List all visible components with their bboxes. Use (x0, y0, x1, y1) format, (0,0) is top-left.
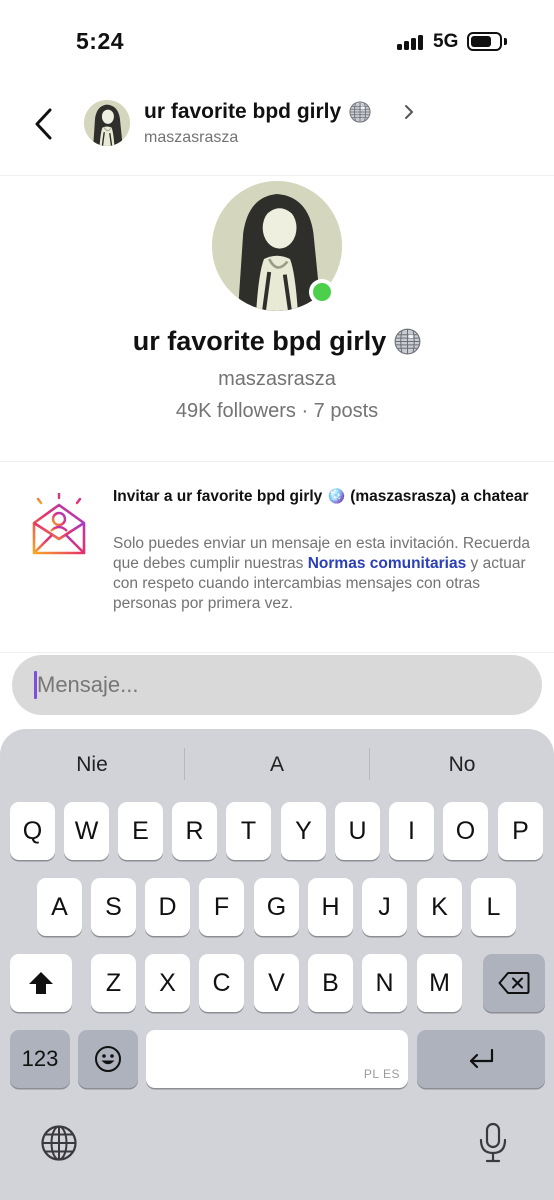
message-input[interactable] (37, 655, 527, 715)
key-g[interactable]: G (254, 878, 299, 936)
space-key-label: PL ES (363, 1067, 400, 1081)
backspace-icon (498, 972, 530, 994)
invite-title: Invitar a ur favorite bpd girly 🪩 (masza… (113, 488, 529, 505)
suggestion-2[interactable]: A (185, 747, 369, 783)
key-w[interactable]: W (64, 802, 109, 860)
numbers-key[interactable]: 123 (10, 1030, 70, 1088)
header-avatar[interactable] (84, 100, 130, 146)
key-h[interactable]: H (308, 878, 353, 936)
key-o[interactable]: O (443, 802, 488, 860)
profile-section: ur favorite bpd girly maszasrasza 49K fo… (0, 180, 554, 462)
key-s[interactable]: S (91, 878, 136, 936)
key-i[interactable]: I (389, 802, 434, 860)
profile-name-row: ur favorite bpd girly (0, 326, 554, 357)
invite-mail-icon (32, 493, 86, 555)
key-e[interactable]: E (118, 802, 163, 860)
emoji-icon (95, 1046, 121, 1072)
battery-tip (504, 38, 507, 45)
profile-username: maszasrasza (218, 368, 336, 390)
online-status-dot (309, 279, 335, 305)
key-l[interactable]: L (471, 878, 516, 936)
backspace-key[interactable] (483, 954, 545, 1012)
battery-icon (467, 32, 502, 51)
key-r[interactable]: R (172, 802, 217, 860)
keyboard: Nie A No Q W E R T Y U I O P A S D F G H… (0, 729, 554, 1200)
status-time: 5:24 (76, 28, 125, 54)
key-b[interactable]: B (308, 954, 353, 1012)
globe-icon[interactable] (40, 1124, 78, 1162)
key-u[interactable]: U (335, 802, 380, 860)
key-a[interactable]: A (37, 878, 82, 936)
network-label: 5G (433, 31, 459, 52)
key-n[interactable]: N (362, 954, 407, 1012)
suggestion-1[interactable]: Nie (0, 747, 184, 783)
profile-name: ur favorite bpd girly (132, 326, 387, 356)
key-d[interactable]: D (145, 878, 190, 936)
key-c[interactable]: C (199, 954, 244, 1012)
suggestion-3[interactable]: No (370, 747, 554, 783)
key-q[interactable]: Q (10, 802, 55, 860)
return-icon (469, 1048, 494, 1069)
header-username: maszasrasza (144, 129, 239, 146)
key-k[interactable]: K (417, 878, 462, 936)
key-t[interactable]: T (226, 802, 271, 860)
invite-body: Solo puedes enviar un mensaje en esta in… (113, 534, 533, 614)
key-m[interactable]: M (417, 954, 462, 1012)
return-key[interactable] (417, 1030, 545, 1088)
disco-ball-icon (394, 328, 421, 355)
status-bar: 5:24 5G (0, 0, 554, 84)
header-name-row[interactable]: ur favorite bpd girly (144, 100, 371, 124)
microphone-icon[interactable] (477, 1121, 509, 1165)
shift-key[interactable] (10, 954, 72, 1012)
community-guidelines-link[interactable]: Normas comunitarias (308, 555, 467, 572)
back-arrow-icon (35, 108, 52, 140)
disco-ball-icon (349, 101, 371, 123)
key-z[interactable]: Z (91, 954, 136, 1012)
key-y[interactable]: Y (281, 802, 326, 860)
space-key[interactable]: PL ES (146, 1030, 408, 1088)
key-f[interactable]: F (199, 878, 244, 936)
emoji-key[interactable] (78, 1030, 138, 1088)
key-p[interactable]: P (498, 802, 543, 860)
chat-invite-notice: Invitar a ur favorite bpd girly 🪩 (masza… (0, 463, 554, 653)
chat-header: ur favorite bpd girly maszasrasza (0, 88, 554, 176)
header-name: ur favorite bpd girly (144, 100, 342, 123)
key-v[interactable]: V (254, 954, 299, 1012)
chevron-right-icon[interactable] (402, 102, 416, 122)
signal-icon (397, 34, 424, 50)
shift-icon (29, 972, 53, 994)
key-j[interactable]: J (362, 878, 407, 936)
message-input-container[interactable] (12, 655, 542, 715)
back-button[interactable] (28, 104, 62, 144)
profile-stats: 49K followers · 7 posts (175, 400, 379, 422)
key-x[interactable]: X (145, 954, 190, 1012)
